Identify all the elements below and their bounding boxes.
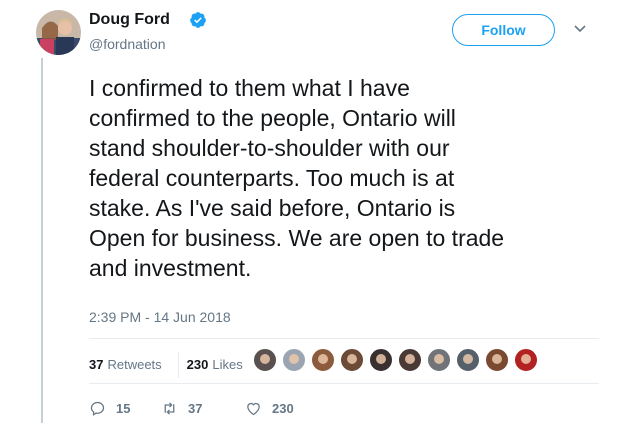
liker-face [376, 354, 386, 364]
retweet-icon [164, 402, 175, 415]
liker-avatar[interactable] [427, 348, 451, 372]
liker-avatar[interactable] [456, 348, 480, 372]
likers-avatars [253, 348, 543, 372]
verified-badge-icon [190, 12, 206, 28]
liker-face [289, 354, 299, 364]
follow-button[interactable]: Follow [452, 14, 555, 46]
avatar-image [36, 10, 81, 55]
retweets-label[interactable]: Retweets [107, 357, 161, 373]
timestamp[interactable]: 2:39 PM - 14 Jun 2018 [89, 309, 231, 325]
liker-avatar[interactable] [369, 348, 393, 372]
action-bar: 15 37 230 [89, 400, 294, 417]
liker-avatar[interactable] [253, 348, 277, 372]
handle[interactable]: @fordnation [89, 36, 165, 52]
liker-avatar[interactable] [398, 348, 422, 372]
liker-face [260, 354, 270, 364]
stat-separator [177, 352, 179, 378]
liker-avatar[interactable] [282, 348, 306, 372]
liker-face [521, 354, 531, 364]
liker-face [347, 354, 357, 364]
reply-icon [90, 401, 105, 416]
like-count: 230 [272, 401, 294, 416]
liker-face [463, 354, 473, 364]
retweets-count[interactable]: 37 [89, 357, 103, 373]
tweet-text: I confirmed to them what I have confirme… [89, 75, 505, 281]
thread-line [41, 58, 43, 423]
reply-count: 15 [116, 401, 131, 416]
liker-avatar[interactable] [485, 348, 509, 372]
heart-icon [247, 402, 260, 416]
divider [89, 338, 599, 339]
like-button[interactable]: 230 [245, 400, 294, 417]
liker-avatar[interactable] [340, 348, 364, 372]
liker-face [434, 354, 444, 364]
likes-label[interactable]: Likes [212, 357, 242, 373]
chevron-down-icon[interactable] [573, 24, 587, 34]
liker-face [318, 354, 328, 364]
retweet-count: 37 [188, 401, 203, 416]
liker-avatar[interactable] [514, 348, 538, 372]
liker-avatar[interactable] [311, 348, 335, 372]
display-name[interactable]: Doug Ford [89, 11, 170, 29]
liker-face [492, 354, 502, 364]
liker-face [405, 354, 415, 364]
avatar[interactable] [36, 10, 81, 55]
retweet-button[interactable]: 37 [161, 400, 245, 417]
divider [89, 383, 599, 384]
reply-button[interactable]: 15 [89, 400, 161, 417]
likes-count[interactable]: 230 [187, 357, 209, 373]
stats-row: 37 Retweets 230 Likes [89, 352, 243, 378]
